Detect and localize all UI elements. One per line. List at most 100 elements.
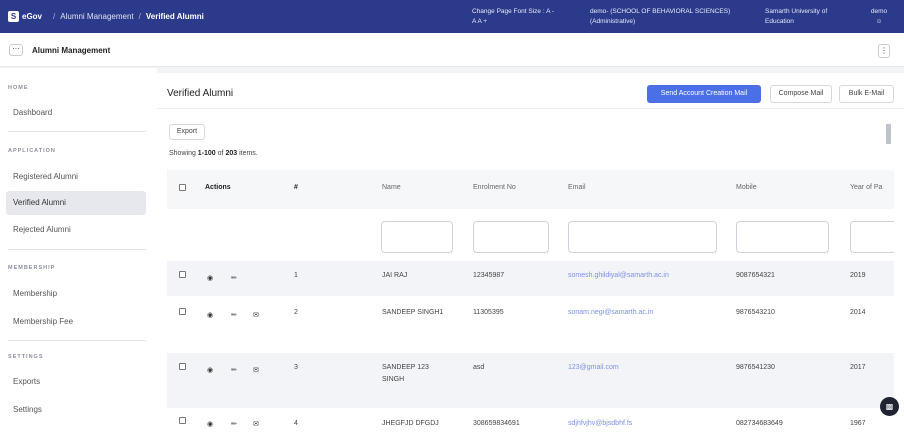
sidebar-section-membership: MEMBERSHIP xyxy=(8,265,56,271)
row-number: 2 xyxy=(294,309,298,316)
more-horizontal-icon[interactable]: ··· xyxy=(9,44,23,56)
sidebar-item-settings[interactable]: Settings xyxy=(6,398,146,422)
more-vertical-icon[interactable]: ⋮ xyxy=(878,44,890,58)
page-title: Verified Alumni xyxy=(167,88,234,99)
view-icon[interactable]: ◉ xyxy=(207,366,213,374)
row-checkbox[interactable] xyxy=(179,363,186,370)
select-all-checkbox[interactable] xyxy=(179,184,186,191)
font-size-label: Change Page Font Size : xyxy=(472,8,545,15)
sidebar-item-registered-alumni[interactable]: Registered Alumni xyxy=(6,165,146,189)
bulk-email-button[interactable]: Bulk E-Mail xyxy=(839,85,894,103)
sidebar-item-rejected-alumni[interactable]: Rejected Alumni xyxy=(6,218,146,242)
summary-prefix: Showing xyxy=(169,150,198,157)
edit-icon[interactable]: ✏ xyxy=(231,420,237,428)
breadcrumb-verified-alumni: Verified Alumni xyxy=(145,12,204,21)
column-email[interactable]: Email xyxy=(568,184,586,191)
name-filter-input[interactable] xyxy=(381,221,453,253)
sidebar-section-home: HOME xyxy=(8,85,29,91)
row-number: 3 xyxy=(294,364,298,371)
row-enrolment: asd xyxy=(473,364,485,371)
row-email-link[interactable]: sonam.negi@samarth.ac.in xyxy=(568,308,653,318)
chat-icon[interactable]: ▩ xyxy=(880,397,899,416)
font-size-decrease[interactable]: A - xyxy=(546,8,554,15)
column-year-of-passing[interactable]: Year of Pa xyxy=(850,184,882,191)
mail-icon[interactable]: ✉ xyxy=(253,311,259,319)
sidebar-item-verified-alumni[interactable]: Verified Alumni xyxy=(6,191,146,215)
breadcrumb-separator: / xyxy=(138,12,141,21)
filter-row xyxy=(167,209,894,261)
edit-icon[interactable]: ✏ xyxy=(231,311,237,319)
sidebar-section-application: APPLICATION xyxy=(8,148,56,154)
user-icon: ☺ xyxy=(875,18,883,25)
row-number: 4 xyxy=(294,420,298,427)
edit-icon[interactable]: ✏ xyxy=(231,366,237,374)
row-year: 2017 xyxy=(850,364,866,371)
sidebar: HOME Dashboard APPLICATION Registered Al… xyxy=(0,68,157,439)
row-enrolment: 308659834691 xyxy=(473,420,520,427)
sidebar-divider xyxy=(8,340,146,341)
column-number[interactable]: # xyxy=(294,184,298,191)
row-name: SANDEEP 123 SINGH xyxy=(382,363,429,385)
module-title: Alumni Management xyxy=(32,46,111,55)
column-actions: Actions xyxy=(205,184,231,191)
row-checkbox[interactable] xyxy=(179,308,186,315)
module-bar: ··· Alumni Management ⋮ xyxy=(0,33,904,67)
sidebar-item-membership-fee[interactable]: Membership Fee xyxy=(6,310,146,334)
logo-icon[interactable]: S xyxy=(8,11,19,22)
brand-breadcrumb: S eGov / Alumni Management / Verified Al… xyxy=(8,11,204,22)
top-navbar: S eGov / Alumni Management / Verified Al… xyxy=(0,0,904,33)
app-name[interactable]: eGov xyxy=(22,12,42,21)
edit-icon[interactable]: ✏ xyxy=(231,274,237,282)
row-checkbox[interactable] xyxy=(179,271,186,278)
row-email-link[interactable]: somesh.ghildiyal@samarth.ac.in xyxy=(568,271,669,281)
mobile-filter-input[interactable] xyxy=(736,221,829,253)
column-name[interactable]: Name xyxy=(382,184,401,191)
row-year: 2014 xyxy=(850,309,866,316)
sidebar-item-membership[interactable]: Membership xyxy=(6,282,146,306)
sidebar-section-settings: SETTINGS xyxy=(8,354,44,360)
header-divider xyxy=(157,108,904,109)
summary-total: 203 xyxy=(225,150,238,157)
breadcrumb-separator: / xyxy=(53,12,56,21)
view-icon[interactable]: ◉ xyxy=(207,311,213,319)
row-enrolment: 12345987 xyxy=(473,272,505,279)
university-line1: Samarth University of xyxy=(765,8,828,15)
table-header: Actions # Name Enrolment No Email Mobile… xyxy=(167,170,894,209)
account-menu[interactable]: demo ☺ xyxy=(864,7,894,27)
summary-middle: of xyxy=(215,150,226,157)
column-enrolment-no[interactable]: Enrolment No xyxy=(473,184,516,191)
row-mobile: 9876543210 xyxy=(736,309,775,316)
enrolment-filter-input[interactable] xyxy=(473,221,549,253)
sidebar-item-dashboard[interactable]: Dashboard xyxy=(6,101,146,125)
email-filter-input[interactable] xyxy=(568,221,717,253)
row-checkbox[interactable] xyxy=(179,417,186,424)
export-button[interactable]: Export xyxy=(169,124,205,140)
mail-icon[interactable]: ✉ xyxy=(253,420,259,428)
row-mobile: 082734683649 xyxy=(736,420,783,427)
row-name: JHEGFJD DFGDJ xyxy=(382,420,439,427)
user-role-line1: demo- (SCHOOL OF BEHAVIORAL SCIENCES) xyxy=(590,8,731,15)
account-name: demo xyxy=(870,8,888,15)
view-icon[interactable]: ◉ xyxy=(207,274,213,282)
user-role[interactable]: demo- (SCHOOL OF BEHAVIORAL SCIENCES) (A… xyxy=(590,7,730,27)
send-account-creation-mail-button[interactable]: Send Account Creation Mail xyxy=(647,85,761,103)
mail-icon[interactable]: ✉ xyxy=(253,366,259,374)
view-icon[interactable]: ◉ xyxy=(207,420,213,428)
sidebar-item-exports[interactable]: Exports xyxy=(6,370,146,394)
row-name: JAI RAJ xyxy=(382,272,408,279)
university-name[interactable]: Samarth University of Education xyxy=(765,7,827,27)
font-size-normal[interactable]: A xyxy=(472,18,476,25)
font-size-increase[interactable]: A + xyxy=(477,18,487,25)
row-name-line2: SINGH xyxy=(382,376,405,383)
vertical-scrollbar[interactable] xyxy=(886,124,891,144)
compose-mail-button[interactable]: Compose Mail xyxy=(770,85,832,103)
column-mobile[interactable]: Mobile xyxy=(736,184,757,191)
row-email-link[interactable]: sdjhfvjhv@bjsdbhf.fs xyxy=(568,419,632,429)
row-number: 1 xyxy=(294,272,298,279)
university-line2: Education xyxy=(765,18,794,25)
breadcrumb-alumni-management[interactable]: Alumni Management xyxy=(60,12,133,21)
row-email-link[interactable]: 123@gmail.com xyxy=(568,363,619,373)
year-filter-input[interactable] xyxy=(850,221,894,253)
user-role-line2: (Administrative) xyxy=(590,18,636,25)
table-row: ◉ ✏ 1 JAI RAJ 12345987 somesh.ghildiyal@… xyxy=(167,261,894,296)
